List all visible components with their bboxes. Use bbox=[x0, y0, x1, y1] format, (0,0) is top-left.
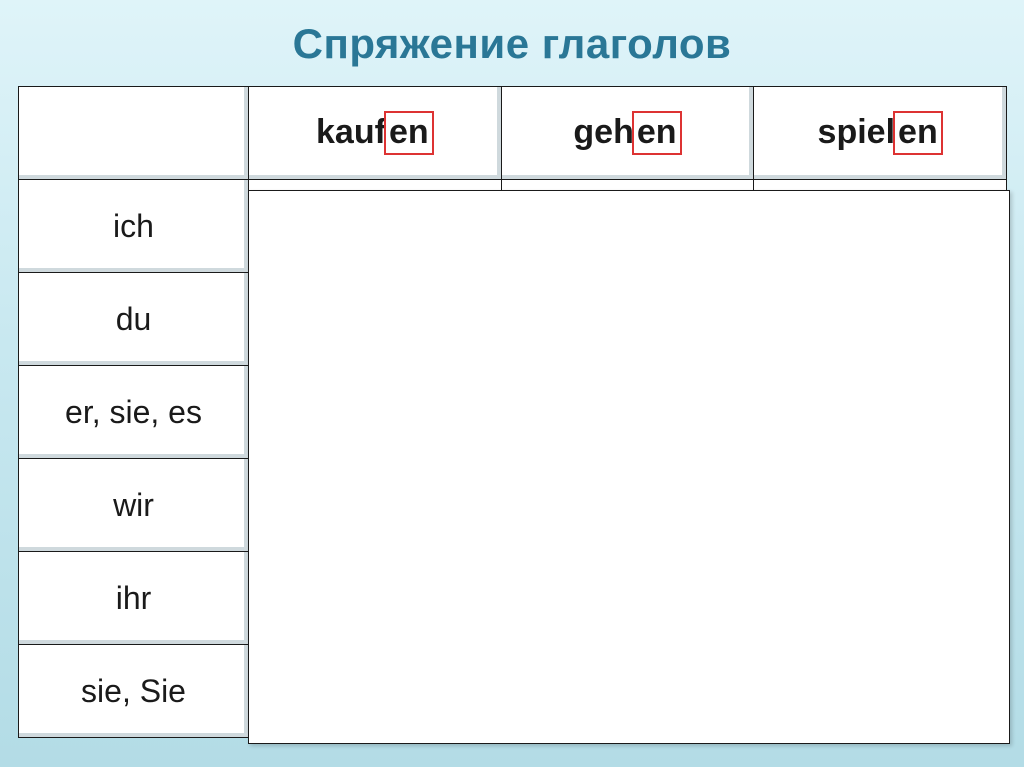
pronoun-label: wir bbox=[19, 459, 249, 552]
verb-header-spielen: spielen bbox=[754, 87, 1007, 180]
verb-stem: kauf bbox=[316, 113, 386, 151]
slide: Спряжение глаголов kaufen gehen bbox=[0, 0, 1024, 767]
pronoun-label: ich bbox=[19, 180, 249, 273]
verb-stem: spiel bbox=[818, 113, 895, 151]
page-title: Спряжение глаголов bbox=[0, 20, 1024, 68]
verb-ending: en bbox=[893, 111, 943, 154]
verb-stem: geh bbox=[573, 113, 633, 151]
verb-header-gehen: gehen bbox=[501, 87, 754, 180]
pronoun-label: ihr bbox=[19, 552, 249, 645]
blank-overlay-panel bbox=[248, 190, 1010, 744]
verb-header-kaufen: kaufen bbox=[249, 87, 502, 180]
pronoun-label: sie, Sie bbox=[19, 645, 249, 738]
header-row: kaufen gehen spielen bbox=[19, 87, 1007, 180]
pronoun-label: du bbox=[19, 273, 249, 366]
pronoun-label: er, sie, es bbox=[19, 366, 249, 459]
verb-ending: en bbox=[384, 111, 434, 154]
header-blank-cell bbox=[19, 87, 249, 180]
verb-ending: en bbox=[632, 111, 682, 154]
